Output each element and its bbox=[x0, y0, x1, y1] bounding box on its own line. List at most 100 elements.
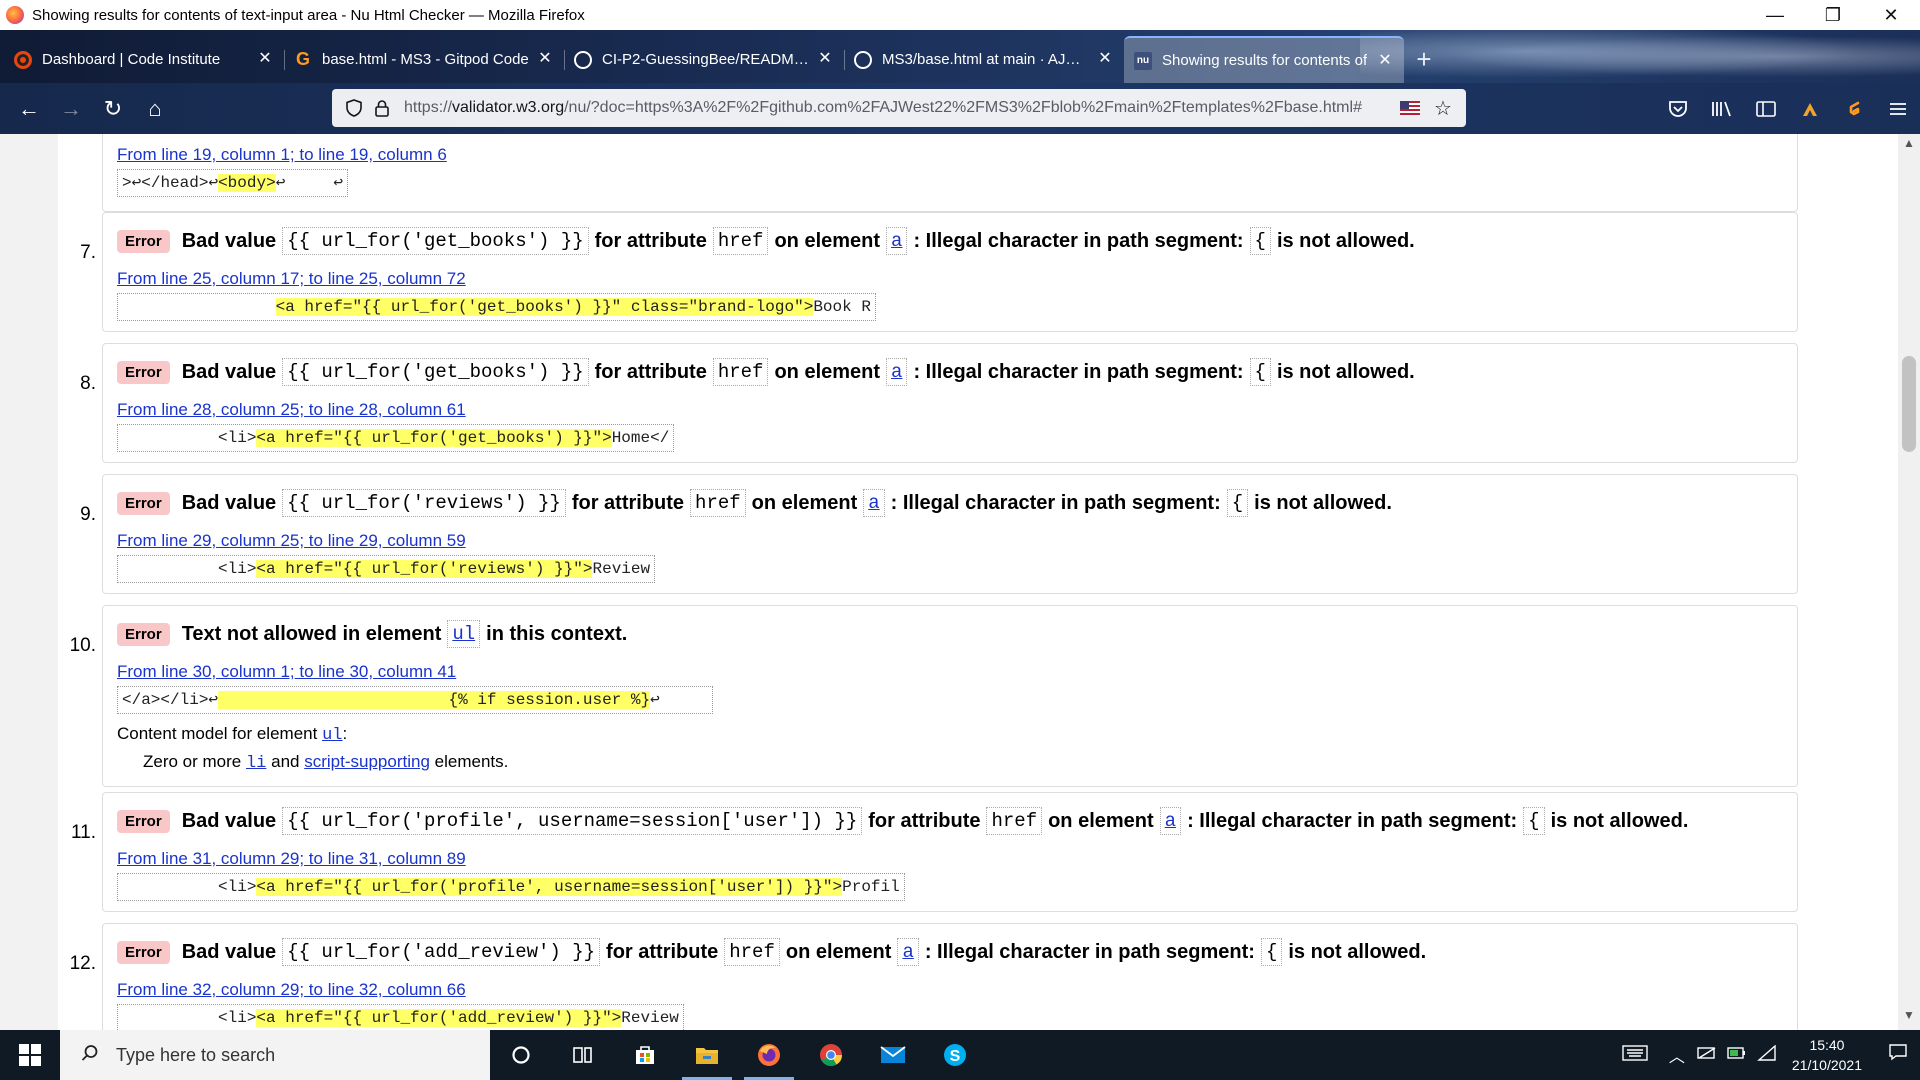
tab-2[interactable]: Gbase.html - MS3 - Gitpod Code ✕ bbox=[284, 36, 564, 83]
lock-icon[interactable] bbox=[372, 98, 392, 118]
message-number: 11. bbox=[70, 822, 96, 843]
mail-icon[interactable] bbox=[862, 1030, 924, 1080]
reload-button[interactable]: ↻ bbox=[92, 89, 134, 129]
message-card: Error Bad value{{ url_for('profile', user… bbox=[102, 792, 1798, 912]
system-tray: ︿ 15:40 21/10/2021 bbox=[1620, 1030, 1920, 1080]
error-badge: Error bbox=[117, 809, 170, 833]
message-fragment: is not allowed. bbox=[1276, 229, 1415, 252]
close-tab-icon[interactable]: ✕ bbox=[816, 50, 834, 68]
library-icon[interactable] bbox=[1700, 89, 1744, 129]
keyboard-icon[interactable] bbox=[1620, 1044, 1650, 1066]
location-link[interactable]: From line 25, column 17; to line 25, col… bbox=[117, 269, 466, 289]
scrollbar-thumb[interactable] bbox=[1902, 356, 1916, 452]
element-link[interactable]: li bbox=[246, 754, 266, 773]
message-fragment: is not allowed. bbox=[1276, 360, 1415, 383]
message-number: 10. bbox=[69, 635, 96, 656]
taskbar-search-box[interactable]: Type here to search bbox=[60, 1030, 490, 1080]
new-tab-button[interactable]: + bbox=[1404, 36, 1444, 83]
tab-5[interactable]: nu Showing results for contents of ✕ bbox=[1124, 36, 1404, 83]
wifi-icon[interactable] bbox=[1752, 1043, 1782, 1066]
gitpod-icon[interactable] bbox=[1832, 89, 1876, 129]
taskbar-clock[interactable]: 15:40 21/10/2021 bbox=[1792, 1035, 1862, 1075]
message-text: Error Bad value{{ url_for('get_books') }}… bbox=[117, 227, 1415, 255]
message-partial: From line 19, column 1; to line 19, colu… bbox=[60, 134, 1798, 214]
back-button[interactable]: ← bbox=[8, 89, 50, 129]
element-link[interactable]: a bbox=[1159, 807, 1182, 835]
menu-icon[interactable] bbox=[1876, 89, 1920, 129]
url-bar[interactable]: https://validator.w3.org/nu/?doc=https%3… bbox=[332, 89, 1466, 127]
message-fragment: is not allowed. bbox=[1550, 809, 1689, 832]
location-link[interactable]: From line 32, column 29; to line 32, col… bbox=[117, 980, 466, 1000]
close-window-button[interactable]: ✕ bbox=[1862, 0, 1920, 30]
script-supporting-link[interactable]: script-supporting bbox=[304, 752, 430, 771]
skype-icon[interactable]: S bbox=[924, 1030, 986, 1080]
close-tab-icon[interactable]: ✕ bbox=[1376, 52, 1394, 70]
message-fragment: : Illegal character in path segment: bbox=[890, 491, 1221, 514]
file-explorer-icon[interactable] bbox=[676, 1030, 738, 1080]
page-content: From line 19, column 1; to line 19, colu… bbox=[0, 134, 1920, 1030]
network-icon[interactable] bbox=[1692, 1046, 1722, 1065]
element-link[interactable]: a bbox=[886, 227, 908, 255]
url-text[interactable]: https://validator.w3.org/nu/?doc=https%3… bbox=[404, 99, 1390, 117]
sidebar-icon[interactable] bbox=[1744, 89, 1788, 129]
scroll-down-icon[interactable]: ▼ bbox=[1898, 1008, 1920, 1028]
location-link[interactable]: From line 30, column 1; to line 30, colu… bbox=[117, 662, 456, 682]
bookmark-star-icon[interactable]: ☆ bbox=[1432, 96, 1454, 121]
firefox-icon[interactable] bbox=[738, 1030, 800, 1080]
task-view-icon[interactable] bbox=[552, 1030, 614, 1080]
tab-1[interactable]: Dashboard | Code Institute ✕ bbox=[4, 36, 284, 83]
location-link[interactable]: From line 29, column 25; to line 29, col… bbox=[117, 531, 466, 551]
message-fragment: is not allowed. bbox=[1288, 940, 1427, 963]
pocket-icon[interactable] bbox=[1656, 89, 1700, 129]
nu-icon: nu bbox=[1134, 51, 1152, 70]
chrome-icon[interactable] bbox=[800, 1030, 862, 1080]
store-icon[interactable] bbox=[614, 1030, 676, 1080]
location-link[interactable]: From line 28, column 25; to line 28, col… bbox=[117, 400, 466, 420]
close-tab-icon[interactable]: ✕ bbox=[1096, 50, 1114, 68]
error-badge: Error bbox=[117, 940, 170, 964]
close-tab-icon[interactable]: ✕ bbox=[256, 50, 274, 68]
start-button[interactable] bbox=[0, 1030, 60, 1080]
clock-time: 15:40 bbox=[1809, 1037, 1845, 1053]
close-tab-icon[interactable]: ✕ bbox=[536, 50, 554, 68]
tab-label: base.html - MS3 - Gitpod Code bbox=[322, 51, 529, 68]
message-fragment: : Illegal character in path segment: bbox=[913, 229, 1244, 252]
show-hidden-icons-icon[interactable]: ︿ bbox=[1662, 1043, 1692, 1067]
home-button[interactable]: ⌂ bbox=[134, 89, 176, 129]
location-link[interactable]: From line 31, column 29; to line 31, col… bbox=[117, 849, 466, 869]
message-text: Error Text not allowed in element ul in thi… bbox=[117, 620, 627, 648]
code-extract: <li><a href="{{ url_for('add_review') }}… bbox=[117, 1004, 684, 1030]
scroll-up-icon[interactable]: ▲ bbox=[1898, 136, 1920, 156]
code-extract: <a href="{{ url_for('get_books') }}" cla… bbox=[117, 293, 876, 321]
tracking-shield-icon[interactable] bbox=[344, 98, 364, 118]
us-flag-icon[interactable] bbox=[1400, 101, 1420, 115]
tab-4[interactable]: MS3/base.html at main · AJWes ✕ bbox=[844, 36, 1124, 83]
search-icon bbox=[70, 1044, 110, 1067]
tab-label: Dashboard | Code Institute bbox=[42, 51, 221, 68]
message-card: Error Bad value{{ url_for('get_books') }}… bbox=[102, 343, 1798, 463]
notification-center-icon[interactable] bbox=[1876, 1043, 1920, 1067]
element-link[interactable]: ul bbox=[447, 620, 481, 648]
location-link[interactable]: From line 19, column 1; to line 19, colu… bbox=[117, 145, 447, 165]
extension-icon[interactable] bbox=[1788, 89, 1832, 129]
message-fragment: Bad value bbox=[181, 809, 277, 832]
code-value: { bbox=[1249, 358, 1271, 386]
page-scrollbar[interactable]: ▲ ▼ bbox=[1898, 134, 1920, 1030]
minimize-button[interactable]: — bbox=[1746, 0, 1804, 30]
code-value: {{ url_for('profile', username=session['… bbox=[282, 807, 863, 835]
message-card: Error Text not allowed in element ul in thi… bbox=[102, 605, 1798, 787]
cortana-icon[interactable] bbox=[490, 1030, 552, 1080]
code-value: href bbox=[690, 489, 746, 517]
element-link[interactable]: a bbox=[897, 938, 919, 966]
forward-button[interactable]: → bbox=[50, 89, 92, 129]
message-fragment: on element bbox=[1048, 809, 1154, 832]
restore-button[interactable]: ❐ bbox=[1804, 0, 1862, 30]
message-fragment: Text not allowed in element bbox=[181, 622, 442, 645]
element-link[interactable]: a bbox=[863, 489, 885, 517]
message-fragment: is not allowed. bbox=[1254, 491, 1392, 514]
battery-icon[interactable] bbox=[1722, 1046, 1752, 1065]
tab-3[interactable]: CI-P2-GuessingBee/README.m ✕ bbox=[564, 36, 844, 83]
message-fragment: in this context. bbox=[486, 622, 628, 645]
element-link[interactable]: a bbox=[886, 358, 908, 386]
element-link[interactable]: ul bbox=[322, 726, 342, 745]
